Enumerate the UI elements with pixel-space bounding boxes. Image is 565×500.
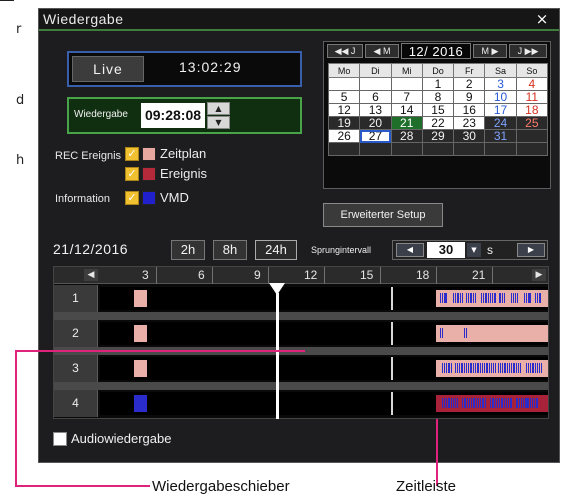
slider-callout-line xyxy=(15,350,305,487)
callout-lines xyxy=(15,350,438,487)
slider-caption: Wiedergabeschieber xyxy=(152,478,290,495)
timeline-caption: Zeitleiste xyxy=(396,478,457,495)
